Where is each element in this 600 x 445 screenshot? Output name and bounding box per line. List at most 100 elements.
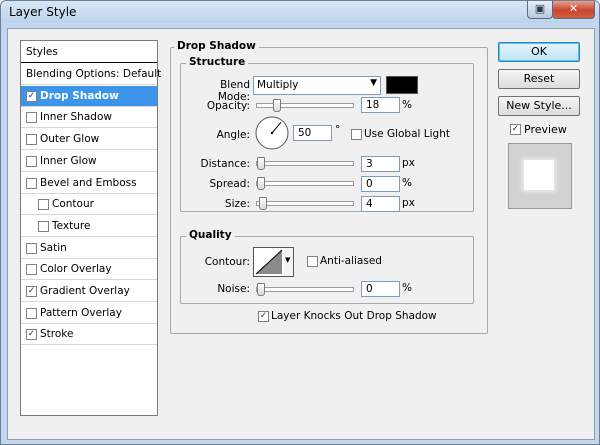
style-checkbox[interactable] — [26, 155, 37, 167]
help-button[interactable]: ▣ — [527, 1, 553, 19]
quality-title: Quality — [186, 229, 235, 241]
opacity-input[interactable]: 18 — [361, 97, 400, 113]
styles-list-item-label: Gradient Overlay — [40, 285, 130, 297]
styles-list-item-label: Blending Options: Default — [26, 68, 162, 80]
size-slider-thumb[interactable] — [258, 197, 267, 210]
styles-list-item-label: Bevel and Emboss — [40, 176, 137, 189]
shadow-color-swatch[interactable] — [386, 76, 418, 94]
opacity-slider[interactable] — [256, 99, 354, 112]
style-checkbox[interactable] — [38, 199, 49, 211]
style-checkbox[interactable]: ✓ — [26, 286, 37, 297]
anti-aliased-checkbox[interactable] — [307, 256, 318, 267]
styles-list-item[interactable]: ✓ Drop Shadow — [21, 85, 157, 107]
drop-shadow-title: Drop Shadow — [174, 40, 259, 52]
size-slider[interactable] — [256, 197, 354, 210]
styles-list-item-label: Pattern Overlay — [40, 306, 122, 319]
styles-list-item-label: Drop Shadow — [40, 89, 119, 102]
spread-slider[interactable] — [256, 177, 354, 190]
styles-list-item[interactable]: Inner Glow — [21, 151, 157, 172]
chevron-down-icon: ▼ — [370, 78, 377, 88]
styles-list-item-label: Contour — [52, 198, 94, 211]
noise-unit: % — [402, 282, 412, 294]
dialog-body: Styles Blending Options: Default ✓ Drop Sh… — [7, 28, 595, 440]
contour-dropdown-button[interactable]: ▼ — [284, 247, 294, 277]
styles-list-item-label: Color Overlay — [40, 263, 112, 276]
preview-label: Preview — [524, 123, 567, 136]
preview-thumbnail — [508, 143, 572, 209]
styles-list-item-label: Satin — [40, 241, 67, 254]
noise-input[interactable]: 0 — [361, 281, 400, 297]
style-checkbox[interactable] — [26, 177, 37, 189]
contour-picker[interactable] — [253, 247, 285, 277]
noise-slider-thumb[interactable] — [257, 283, 265, 296]
noise-slider[interactable] — [256, 283, 354, 296]
styles-list-item[interactable]: Color Overlay — [21, 259, 157, 281]
styles-list-item[interactable]: Contour — [21, 194, 157, 216]
distance-slider[interactable] — [256, 157, 354, 170]
styles-list-item[interactable]: Inner Shadow — [21, 107, 157, 129]
styles-list-item-label: Outer Glow — [40, 133, 100, 146]
angle-dial[interactable] — [254, 115, 290, 151]
spread-input[interactable]: 0 — [361, 176, 400, 192]
styles-list: Styles Blending Options: Default ✓ Drop Sh… — [20, 40, 161, 416]
style-checkbox[interactable]: ✓ — [26, 90, 37, 102]
styles-list-item-label: Inner Shadow — [40, 111, 112, 124]
distance-slider-thumb[interactable] — [257, 157, 265, 170]
style-checkbox[interactable] — [26, 134, 37, 146]
styles-list-item[interactable]: Outer Glow — [21, 129, 157, 151]
style-checkbox[interactable] — [38, 220, 49, 232]
contour-icon — [255, 249, 283, 275]
preview-swatch — [524, 160, 554, 190]
spread-unit: % — [402, 177, 412, 189]
opacity-label: Opacity: — [206, 100, 250, 112]
ok-button[interactable]: OK — [498, 42, 580, 62]
styles-list-item[interactable]: Texture — [21, 216, 157, 237]
styles-list-item-label: Texture — [52, 219, 91, 232]
angle-unit: ° — [335, 124, 341, 136]
preview-checkbox[interactable]: ✓ — [510, 124, 521, 135]
blend-mode-select[interactable]: Multiply ▼ — [253, 76, 381, 95]
style-checkbox[interactable] — [26, 112, 37, 124]
distance-unit: px — [402, 157, 415, 169]
styles-list-header: Styles — [21, 41, 157, 63]
styles-list-item-label: Inner Glow — [40, 154, 97, 167]
layer-knocks-out-label: Layer Knocks Out Drop Shadow — [271, 310, 437, 322]
style-checkbox[interactable]: ✓ — [26, 329, 37, 341]
styles-list-item[interactable]: Satin — [21, 238, 157, 259]
size-label: Size: — [224, 198, 250, 210]
blend-mode-value: Multiply — [257, 79, 299, 91]
help-icon: ▣ — [534, 2, 546, 15]
layer-style-window: Layer Style ▣ ✕ Styles Blending Options:… — [0, 0, 600, 445]
contour-label: Contour: — [204, 256, 250, 268]
style-checkbox[interactable] — [26, 307, 37, 319]
size-unit: px — [402, 197, 415, 209]
title-bar: Layer Style ▣ ✕ — [1, 1, 599, 23]
layer-knocks-out-checkbox[interactable]: ✓ — [258, 311, 269, 322]
distance-input[interactable]: 3 — [361, 156, 400, 172]
close-icon: ✕ — [568, 2, 579, 15]
styles-list-item[interactable]: ✓ Stroke — [21, 324, 157, 346]
opacity-slider-thumb[interactable] — [272, 99, 281, 112]
styles-list-item[interactable]: Blending Options: Default — [21, 64, 161, 85]
new-style-button[interactable]: New Style... — [498, 96, 580, 116]
chevron-down-icon: ▼ — [285, 256, 291, 264]
window-title: Layer Style — [9, 5, 77, 19]
styles-list-item[interactable]: Bevel and Emboss — [21, 173, 157, 194]
angle-input[interactable]: 50 — [293, 125, 332, 141]
styles-list-item-label: Stroke — [40, 328, 74, 341]
structure-title: Structure — [186, 56, 249, 68]
close-button[interactable]: ✕ — [552, 1, 595, 19]
styles-list-item[interactable]: ✓ Gradient Overlay — [21, 281, 157, 302]
style-checkbox[interactable] — [26, 264, 37, 276]
spread-label: Spread: — [209, 178, 250, 190]
size-input[interactable]: 4 — [361, 196, 400, 212]
style-checkbox[interactable] — [26, 242, 37, 254]
use-global-light-checkbox[interactable] — [351, 129, 362, 140]
anti-aliased-label: Anti-aliased — [320, 255, 382, 267]
reset-button[interactable]: Reset — [498, 69, 580, 89]
opacity-unit: % — [402, 99, 412, 111]
noise-label: Noise: — [217, 283, 250, 295]
distance-label: Distance: — [200, 158, 250, 170]
styles-list-item[interactable]: Pattern Overlay — [21, 303, 157, 324]
spread-slider-thumb[interactable] — [257, 177, 265, 190]
